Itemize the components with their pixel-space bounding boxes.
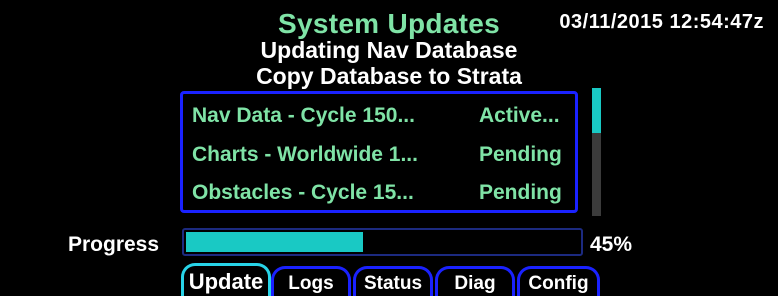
list-item-name: Obstacles - Cycle 15... xyxy=(192,181,414,204)
progress-bar xyxy=(182,228,583,256)
tab-update[interactable]: Update xyxy=(181,263,271,296)
system-updates-screen: System Updates 03/11/2015 12:54:47z Upda… xyxy=(0,0,778,296)
progress-percent: 45% xyxy=(590,233,633,256)
operation-title: Updating Nav Database xyxy=(260,37,518,63)
list-item-name: Charts - Worldwide 1... xyxy=(192,143,418,166)
tab-config[interactable]: Config xyxy=(517,266,600,296)
list-item[interactable]: Charts - Worldwide 1... Pending xyxy=(192,140,567,170)
progress-bar-fill xyxy=(186,232,363,252)
tab-logs[interactable]: Logs xyxy=(271,266,351,296)
list-item-name: Nav Data - Cycle 150... xyxy=(192,104,415,127)
list-item[interactable]: Obstacles - Cycle 15... Pending xyxy=(192,178,567,208)
update-list[interactable]: Nav Data - Cycle 150... Active... Charts… xyxy=(180,91,578,213)
list-scrollbar[interactable] xyxy=(592,88,601,216)
tab-diag[interactable]: Diag xyxy=(435,266,515,296)
operation-step: Copy Database to Strata xyxy=(256,63,522,89)
list-item[interactable]: Nav Data - Cycle 150... Active... xyxy=(192,101,567,131)
tab-status[interactable]: Status xyxy=(353,266,433,296)
progress-label: Progress xyxy=(68,233,160,256)
list-item-status: Pending xyxy=(479,143,562,166)
list-item-status: Pending xyxy=(479,181,562,204)
datetime-display: 03/11/2015 12:54:47z xyxy=(559,11,764,33)
list-item-status: Active... xyxy=(479,104,560,127)
scrollbar-thumb[interactable] xyxy=(592,88,601,133)
